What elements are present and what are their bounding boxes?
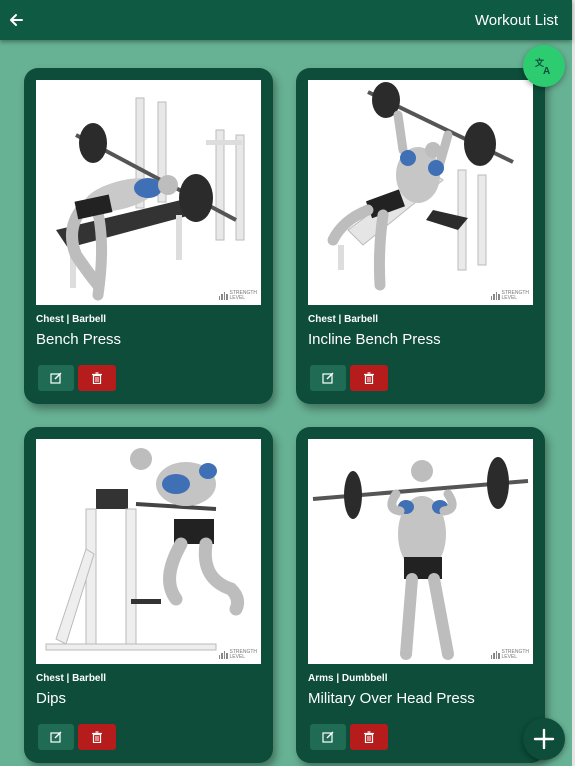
edit-button[interactable] <box>38 365 74 391</box>
exercise-image: STRENGTH LEVEL <box>308 439 533 664</box>
trash-icon <box>364 731 374 743</box>
arrow-left-icon <box>10 14 23 26</box>
trash-icon <box>364 372 374 384</box>
back-button[interactable] <box>8 12 24 28</box>
delete-button[interactable] <box>78 724 116 750</box>
edit-icon <box>50 372 62 384</box>
dips-illustration <box>45 448 245 651</box>
overhead-press-illustration <box>312 457 529 660</box>
exercise-image: STRENGTH LEVEL <box>308 80 533 305</box>
exercise-image: STRENGTH LEVEL <box>36 439 261 664</box>
edit-button[interactable] <box>310 724 346 750</box>
watermark: STRENGTH LEVEL <box>218 650 257 660</box>
trash-icon <box>92 731 102 743</box>
delete-button[interactable] <box>78 365 116 391</box>
incline-bench-press-illustration <box>327 82 514 291</box>
svg-text:A: A <box>543 66 550 76</box>
edit-button[interactable] <box>38 724 74 750</box>
exercise-name: Bench Press <box>36 331 122 348</box>
logo-bars-icon <box>490 651 500 659</box>
workout-card[interactable]: STRENGTH LEVEL Chest | Barbell Dips <box>24 427 273 763</box>
logo-bars-icon <box>218 292 228 300</box>
exercise-name: Military Over Head Press <box>308 690 475 707</box>
edit-button[interactable] <box>310 365 346 391</box>
app-bar: Workout List <box>0 0 572 40</box>
add-workout-button[interactable] <box>523 718 565 760</box>
delete-button[interactable] <box>350 724 388 750</box>
exercise-name: Dips <box>36 690 67 707</box>
exercise-category: Chest | Barbell <box>36 673 107 684</box>
page-title: Workout List <box>474 11 558 29</box>
logo-bars-icon <box>490 292 500 300</box>
exercise-name: Incline Bench Press <box>308 331 441 348</box>
translate-button[interactable]: 文 A <box>523 45 565 87</box>
watermark: STRENGTH LEVEL <box>490 291 529 301</box>
edit-icon <box>322 372 334 384</box>
edit-icon <box>50 731 62 743</box>
workout-card[interactable]: STRENGTH LEVEL Arms | Dumbbell Military O… <box>296 427 545 763</box>
logo-bars-icon <box>218 651 228 659</box>
workout-card[interactable]: STRENGTH LEVEL Chest | Barbell Bench Pres… <box>24 68 273 404</box>
exercise-image: STRENGTH LEVEL <box>36 80 261 305</box>
translate-icon: 文 A <box>534 57 550 76</box>
watermark: STRENGTH LEVEL <box>490 650 529 660</box>
edit-icon <box>322 731 334 743</box>
trash-icon <box>92 372 102 384</box>
workout-card[interactable]: STRENGTH LEVEL Chest | Barbell Incline Be… <box>296 68 545 404</box>
plus-icon <box>533 728 555 750</box>
exercise-category: Chest | Barbell <box>308 314 379 325</box>
watermark: STRENGTH LEVEL <box>218 291 257 301</box>
delete-button[interactable] <box>350 365 388 391</box>
bench-press-illustration <box>56 97 245 301</box>
exercise-category: Arms | Dumbbell <box>308 673 388 684</box>
exercise-category: Chest | Barbell <box>36 314 107 325</box>
